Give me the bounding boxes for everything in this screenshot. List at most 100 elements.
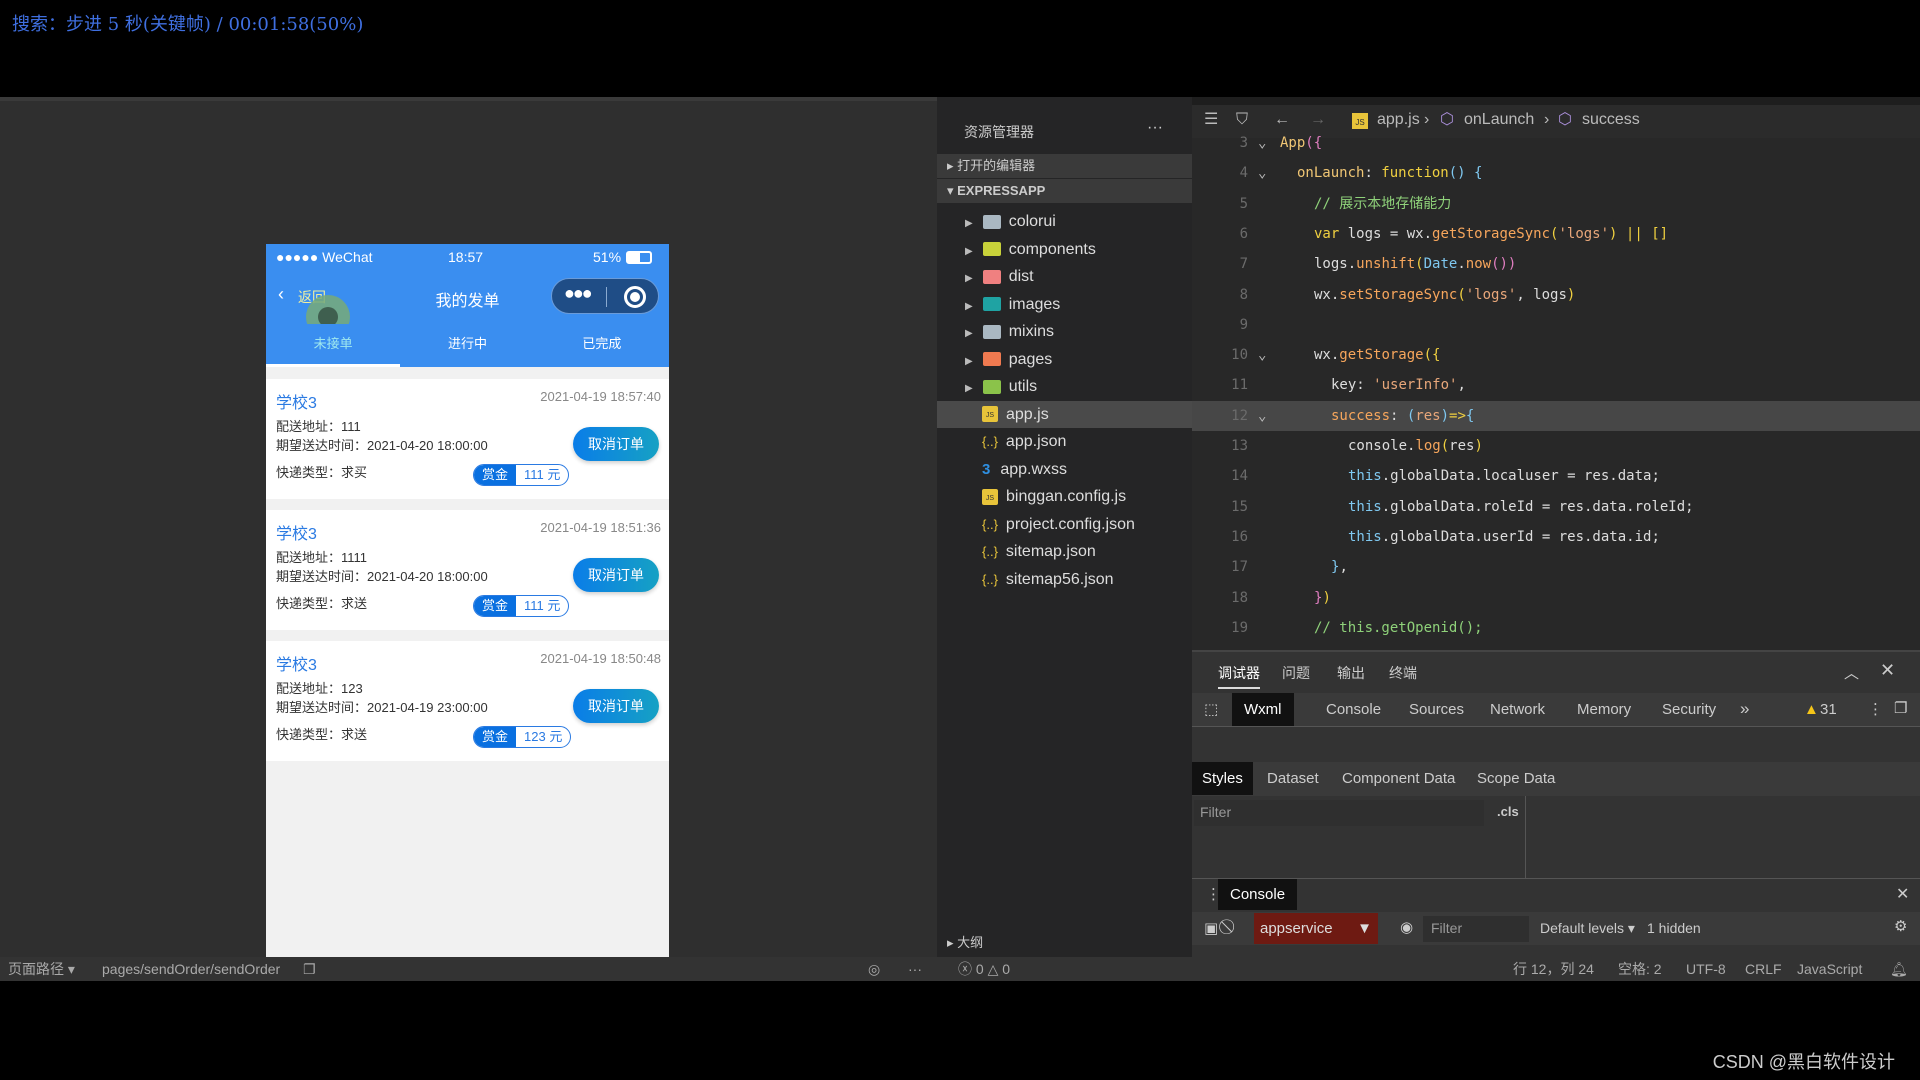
- fold-chevron-icon[interactable]: ⌄: [1258, 340, 1266, 370]
- tree-item-app-json[interactable]: {..} app.json: [937, 428, 1192, 455]
- code-line[interactable]: 4 ⌄ onLaunch: function() {: [1192, 158, 1920, 188]
- tree-item-colorui[interactable]: ▶ colorui: [937, 208, 1192, 235]
- folder-icon: [982, 269, 1001, 284]
- tab-memory[interactable]: Memory: [1577, 701, 1631, 718]
- more-icon[interactable]: ···: [908, 957, 922, 981]
- tab-network[interactable]: Network: [1490, 701, 1545, 718]
- fold-chevron-icon[interactable]: ⌄: [1258, 128, 1266, 158]
- code-line[interactable]: 3 ⌄ App({: [1192, 128, 1920, 158]
- more-tabs-button[interactable]: »: [1740, 699, 1749, 719]
- code-line[interactable]: 16 this.globalData.userId = res.data.id;: [1192, 522, 1920, 552]
- drawer-close-icon[interactable]: ✕: [1896, 884, 1909, 904]
- tab-wxml[interactable]: Wxml: [1232, 693, 1294, 726]
- code-line[interactable]: 7 logs.unshift(Date.now()): [1192, 249, 1920, 279]
- cancel-order-button[interactable]: 取消订单: [573, 558, 659, 592]
- tab-component-data[interactable]: Component Data: [1342, 770, 1455, 787]
- tab-console[interactable]: Console: [1326, 701, 1381, 718]
- error-count[interactable]: ⓧ 0 △ 0: [958, 957, 1010, 981]
- chevron-right-icon: ▶: [965, 273, 973, 284]
- close-icon[interactable]: ✕: [1880, 660, 1895, 681]
- language-mode[interactable]: JavaScript: [1797, 957, 1862, 981]
- tab-debugger[interactable]: 调试器: [1218, 663, 1260, 689]
- warning-count[interactable]: 31: [1820, 701, 1837, 718]
- line-ending[interactable]: CRLF: [1745, 957, 1782, 981]
- tab-styles[interactable]: Styles: [1192, 762, 1253, 795]
- page-path-label[interactable]: 页面路径 ▾: [8, 957, 75, 981]
- tab-output[interactable]: 输出: [1337, 663, 1365, 683]
- reward-amount: 111 元: [524, 467, 561, 482]
- tab-unaccepted[interactable]: 未接单: [266, 324, 401, 367]
- notification-bell-icon[interactable]: 🔔︎: [1890, 957, 1908, 981]
- code-line[interactable]: 13 console.log(res): [1192, 431, 1920, 461]
- tree-item-project-config-json[interactable]: {..} project.config.json: [937, 511, 1192, 538]
- open-editors-section[interactable]: ▸ 打开的编辑器: [937, 154, 1192, 178]
- code-line[interactable]: 9: [1192, 310, 1920, 340]
- fold-chevron-icon[interactable]: ⌄: [1258, 401, 1266, 431]
- tab-security[interactable]: Security: [1662, 701, 1716, 718]
- tree-item-app-js[interactable]: JS app.js: [937, 400, 1192, 428]
- cancel-order-button[interactable]: 取消订单: [573, 427, 659, 461]
- tree-item-sitemap-json[interactable]: {..} sitemap.json: [937, 538, 1192, 565]
- console-settings-icon[interactable]: ⚙: [1894, 917, 1907, 935]
- code-line[interactable]: 5 // 展示本地存储能力: [1192, 189, 1920, 219]
- project-section[interactable]: ▾ EXPRESSAPP: [937, 179, 1192, 203]
- chevron-right-icon: ▶: [965, 328, 973, 339]
- tab-sources[interactable]: Sources: [1409, 701, 1464, 718]
- line-number: 5: [1239, 195, 1248, 212]
- cancel-order-button[interactable]: 取消订单: [573, 689, 659, 723]
- tree-item-mixins[interactable]: ▶ mixins: [937, 318, 1192, 345]
- code-line[interactable]: 11 key: 'userInfo',: [1192, 370, 1920, 400]
- js-file-icon: JS: [982, 406, 998, 423]
- encoding[interactable]: UTF-8: [1686, 957, 1726, 981]
- code-editor[interactable]: ☰ ⛉ ← → JS app.js › ⬡ onLaunch › ⬡ succe…: [1192, 97, 1920, 650]
- tree-item-pages[interactable]: ▶ pages: [937, 346, 1192, 373]
- tree-item-dist[interactable]: ▶ dist: [937, 263, 1192, 290]
- tree-item-utils[interactable]: ▶ utils: [937, 373, 1192, 400]
- tab-terminal[interactable]: 终端: [1389, 663, 1417, 683]
- tree-item-binggan-config-js[interactable]: JS binggan.config.js: [937, 483, 1192, 510]
- copy-icon[interactable]: ❐: [303, 957, 316, 981]
- tab-completed[interactable]: 已完成: [535, 324, 669, 367]
- indent-setting[interactable]: 空格: 2: [1618, 957, 1662, 981]
- outline-section[interactable]: ▸ 大纲: [947, 932, 983, 951]
- drawer-tab-console[interactable]: Console: [1218, 879, 1298, 910]
- close-miniprogram-icon[interactable]: [624, 286, 646, 308]
- code-line[interactable]: 18}): [1192, 583, 1920, 613]
- code-line[interactable]: 15 this.globalData.roleId = res.data.role…: [1192, 492, 1920, 522]
- code-line[interactable]: 8 wx.setStorageSync('logs', logs): [1192, 280, 1920, 310]
- code-token: (: [1415, 256, 1424, 273]
- context-select[interactable]: appservice ▼: [1254, 913, 1378, 944]
- kebab-menu-icon[interactable]: ⋮: [1868, 700, 1883, 718]
- code-line[interactable]: 6 var logs = wx.getStorageSync('logs') ||…: [1192, 219, 1920, 249]
- styles-filter-input[interactable]: Filter: [1194, 800, 1484, 826]
- collapse-icon[interactable]: ︿: [1844, 662, 1859, 683]
- fold-chevron-icon[interactable]: ⌄: [1258, 158, 1266, 188]
- live-expression-icon[interactable]: ◉: [1400, 918, 1413, 936]
- cls-button[interactable]: .cls: [1497, 804, 1519, 819]
- code-line[interactable]: 12 ⌄ success: (res)=>{: [1192, 400, 1920, 431]
- code-token: this: [1348, 528, 1382, 545]
- undock-icon[interactable]: ❐: [1894, 699, 1907, 717]
- tree-item-images[interactable]: ▶ images: [937, 291, 1192, 318]
- reward-amount: 111 元: [524, 598, 561, 613]
- log-levels-select[interactable]: Default levels ▾: [1540, 920, 1635, 937]
- code-line[interactable]: 19 // this.getOpenid();: [1192, 613, 1920, 643]
- console-filter-input[interactable]: Filter: [1423, 916, 1529, 942]
- code-line[interactable]: 14 this.globalData.localuser = res.data;: [1192, 461, 1920, 491]
- code-line[interactable]: 17},: [1192, 552, 1920, 582]
- tree-item-sitemap56-json[interactable]: {..} sitemap56.json: [937, 566, 1192, 593]
- tree-item-components[interactable]: ▶ components: [937, 236, 1192, 263]
- more-icon[interactable]: ●●●: [564, 283, 593, 304]
- code-text: key: 'userInfo',: [1331, 370, 1466, 400]
- tree-item-app-wxss[interactable]: 3 app.wxss: [937, 456, 1192, 483]
- preview-eye-icon[interactable]: ◎: [868, 957, 880, 981]
- inspect-element-icon[interactable]: ⬚: [1204, 700, 1218, 718]
- tab-scope-data[interactable]: Scope Data: [1477, 770, 1555, 787]
- sidebar-toggle-icon[interactable]: ▣: [1204, 919, 1218, 937]
- tab-dataset[interactable]: Dataset: [1267, 770, 1319, 787]
- tab-problems[interactable]: 问题: [1282, 663, 1310, 683]
- tab-in-progress[interactable]: 进行中: [400, 324, 534, 367]
- cursor-position[interactable]: 行 12，列 24: [1513, 957, 1594, 981]
- code-line[interactable]: 10 ⌄ wx.getStorage({: [1192, 340, 1920, 370]
- explorer-more-icon[interactable]: ···: [1147, 119, 1163, 137]
